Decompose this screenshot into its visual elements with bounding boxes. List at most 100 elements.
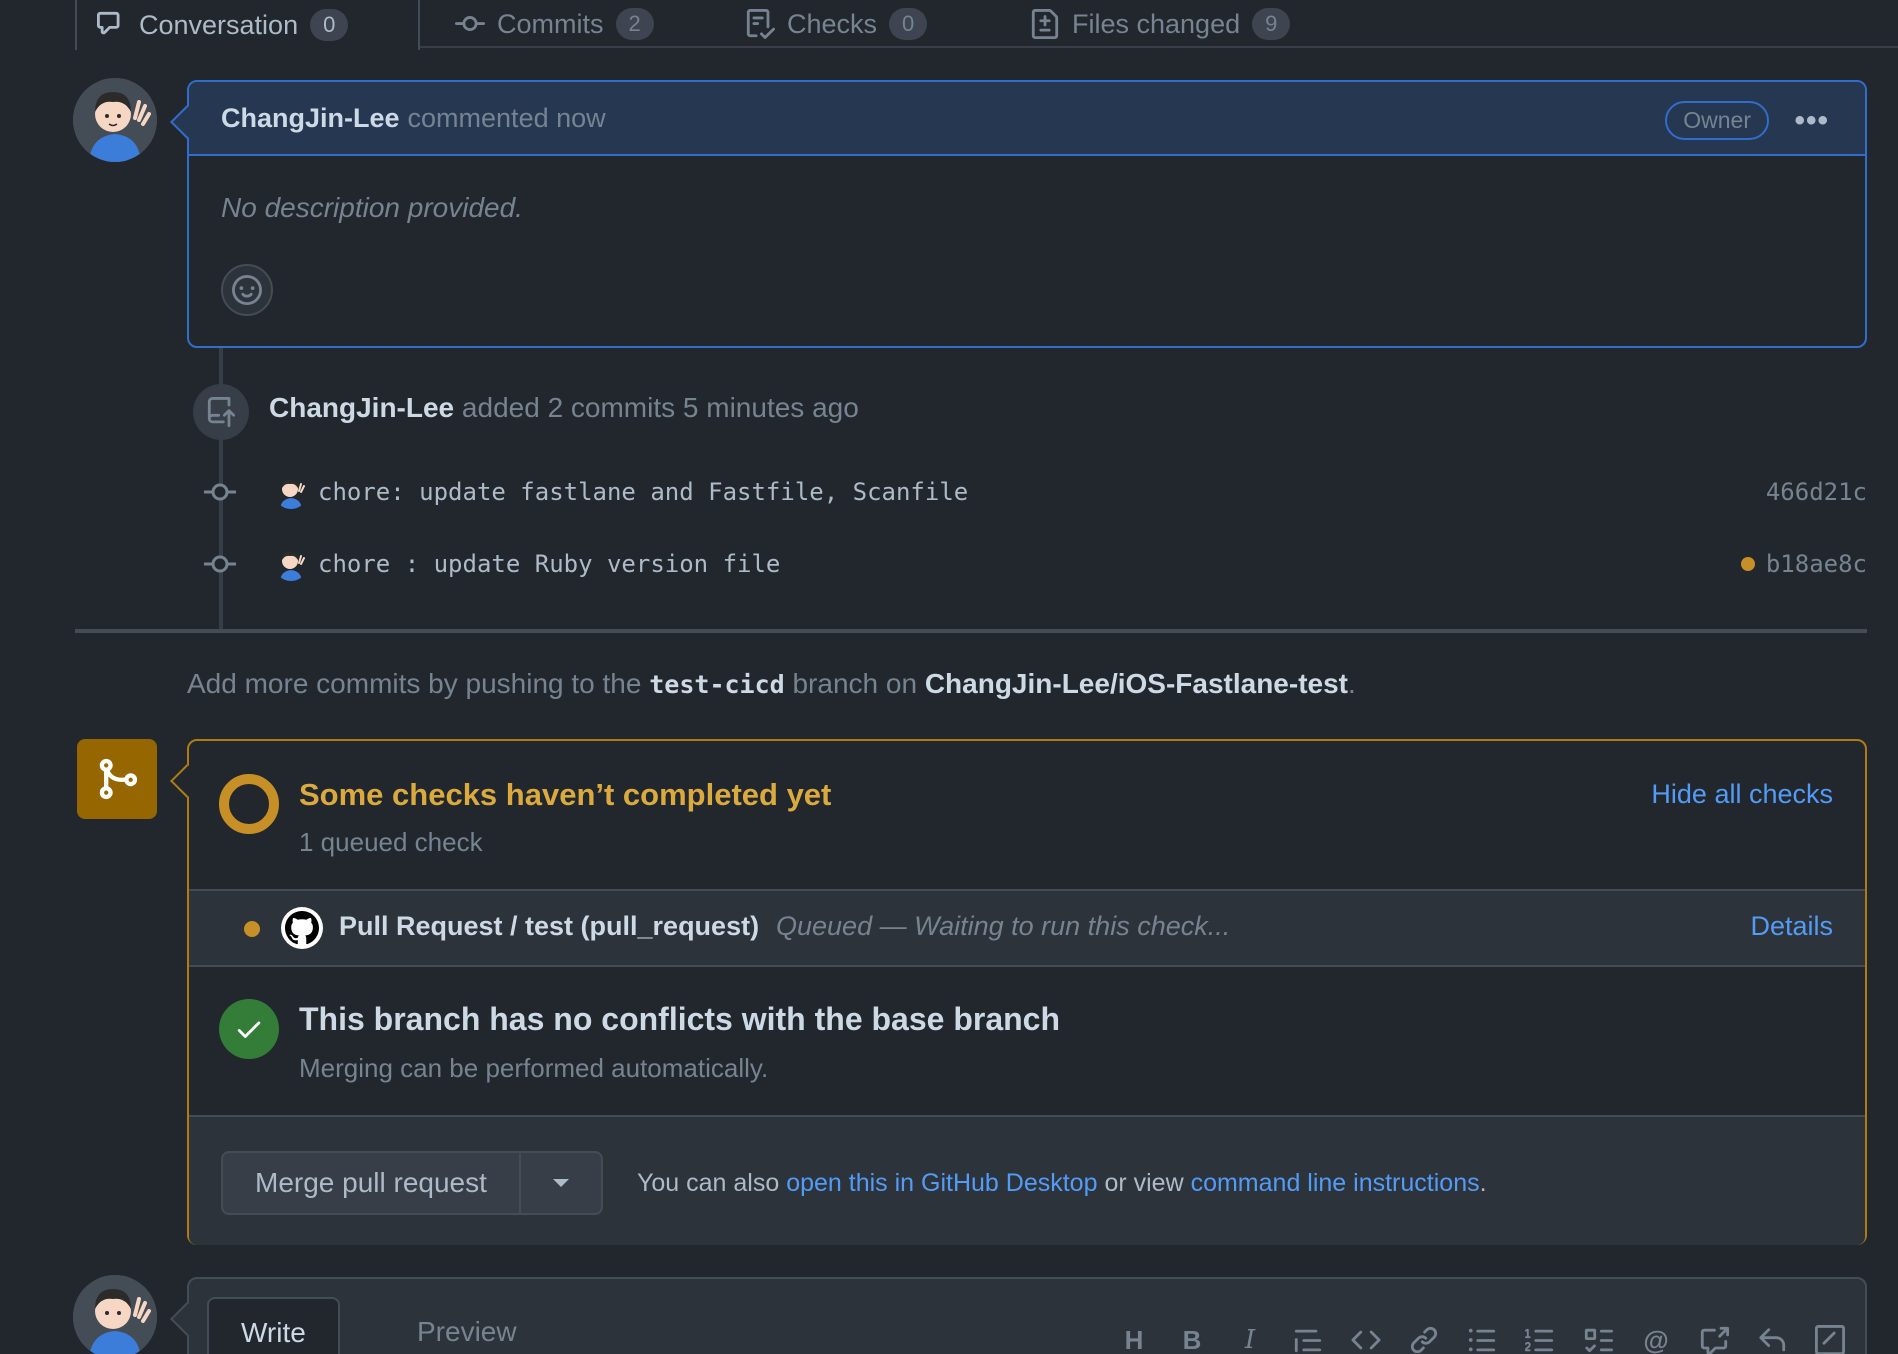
task-list-icon[interactable]: [1581, 1323, 1615, 1354]
repo-name: ChangJin-Lee/iOS-Fastlane-test: [924, 668, 1348, 699]
avatar-illustration: [73, 1275, 157, 1354]
comment-timestamp: commented now: [407, 102, 606, 133]
tab-label: Commits: [497, 8, 604, 39]
tab-files-changed[interactable]: Files changed 9: [1010, 0, 1310, 48]
reply-icon[interactable]: [1755, 1323, 1789, 1354]
check-name: Pull Request / test (pull_request): [339, 911, 760, 941]
check-circle-icon: [219, 999, 279, 1059]
conflict-status: This branch has no conflicts with the ba…: [189, 967, 1865, 1117]
comment-body: No description provided.: [221, 192, 523, 223]
queued-status-icon: [244, 921, 260, 937]
checks-subtitle: 1 queued check: [299, 827, 483, 857]
avatar[interactable]: [73, 78, 157, 162]
merge-actions: Merge pull request You can also open thi…: [189, 1117, 1865, 1245]
comment-box: ChangJin-Lee commented now Owner ••• No …: [187, 80, 1867, 348]
checks-summary: Some checks haven’t completed yet 1 queu…: [189, 741, 1865, 891]
heading-icon[interactable]: H: [1117, 1323, 1151, 1354]
merge-options-dropdown[interactable]: [521, 1153, 601, 1213]
push-note-middle: branch on: [792, 668, 918, 699]
event-author[interactable]: ChangJin-Lee: [269, 392, 454, 423]
tab-commits[interactable]: Commits 2: [435, 0, 674, 48]
check-status: Queued — Waiting to run this check...: [776, 911, 1231, 941]
tab-checks[interactable]: Checks 0: [725, 0, 947, 48]
tab-counter: 9: [1252, 8, 1291, 40]
add-reaction-button[interactable]: [221, 264, 273, 316]
avatar-illustration: [73, 78, 157, 162]
merge-pull-request-button[interactable]: Merge pull request: [223, 1153, 521, 1213]
mention-icon[interactable]: @: [1639, 1323, 1673, 1354]
owner-badge: Owner: [1665, 101, 1769, 140]
avatar-illustration: [280, 480, 305, 509]
slash-command-icon[interactable]: [1813, 1323, 1847, 1354]
triangle-down-icon: [552, 1179, 569, 1187]
bold-icon[interactable]: B: [1175, 1323, 1209, 1354]
italic-icon[interactable]: I: [1233, 1323, 1267, 1354]
tab-counter: 0: [889, 8, 928, 40]
merge-help-prefix: You can also: [637, 1169, 780, 1197]
commit-row: chore: update fastlane and Fastfile, Sca…: [200, 472, 1867, 512]
avatar-illustration: [280, 552, 305, 581]
smiley-icon: [232, 275, 262, 305]
repo-push-icon: [207, 397, 236, 427]
command-line-instructions-link[interactable]: command line instructions: [1191, 1169, 1480, 1197]
code-icon[interactable]: [1349, 1323, 1383, 1354]
push-note-suffix: .: [1348, 668, 1356, 699]
checks-title: Some checks haven’t completed yet: [299, 777, 832, 812]
timeline-divider: [75, 629, 1867, 633]
kebab-menu-icon[interactable]: •••: [1794, 104, 1829, 138]
check-row: Pull Request / test (pull_request) Queue…: [189, 891, 1865, 967]
commit-message-link[interactable]: chore: update fastlane and Fastfile, Sca…: [318, 478, 968, 506]
merge-help-middle: or view: [1104, 1169, 1184, 1197]
pr-tab-bar: Conversation 0 Commits 2 Checks 0 Files …: [75, 0, 1898, 50]
cross-reference-icon[interactable]: [1697, 1323, 1731, 1354]
merge-help-suffix: .: [1479, 1169, 1487, 1197]
check-details-link[interactable]: Details: [1750, 911, 1833, 942]
pending-status-icon[interactable]: [1741, 557, 1755, 571]
comment-author[interactable]: ChangJin-Lee: [221, 103, 400, 134]
merge-help-text: You can also open this in GitHub Desktop…: [637, 1169, 1487, 1198]
branch-name: test-cicd: [649, 670, 785, 699]
github-logo-icon: [281, 907, 323, 949]
avatar[interactable]: [73, 1275, 157, 1354]
comment-header: ChangJin-Lee commented now Owner •••: [189, 82, 1865, 156]
checklist-icon: [746, 9, 775, 39]
push-note-prefix: Add more commits by pushing to the: [187, 668, 642, 699]
merge-button-group: Merge pull request: [221, 1151, 603, 1215]
commit-sha-link[interactable]: b18ae8c: [1766, 550, 1867, 578]
github-desktop-link[interactable]: open this in GitHub Desktop: [786, 1169, 1097, 1197]
commit-author-avatar[interactable]: [274, 547, 308, 581]
tab-label: Checks: [787, 8, 878, 39]
merge-box: Some checks haven’t completed yet 1 queu…: [187, 739, 1867, 1245]
link-icon[interactable]: [1407, 1323, 1441, 1354]
git-commit-icon: [204, 555, 236, 573]
git-merge-badge: [77, 739, 157, 819]
conflict-title: This branch has no conflicts with the ba…: [299, 1001, 1061, 1037]
repo-push-badge: [193, 384, 249, 440]
conflict-subtitle: Merging can be performed automatically.: [299, 1053, 769, 1083]
write-tab[interactable]: Write: [207, 1297, 340, 1354]
git-merge-icon: [99, 758, 138, 800]
pending-ring-icon: [219, 774, 279, 834]
hide-all-checks-link[interactable]: Hide all checks: [1651, 779, 1833, 810]
preview-tab[interactable]: Preview: [385, 1297, 549, 1354]
tab-counter: 2: [615, 8, 654, 40]
file-diff-icon: [1031, 9, 1059, 39]
push-note: Add more commits by pushing to the test-…: [187, 668, 1356, 700]
commit-author-avatar[interactable]: [274, 475, 308, 509]
tab-conversation[interactable]: Conversation 0: [75, 0, 420, 50]
tab-label: Files changed: [1072, 8, 1241, 39]
git-commit-icon: [204, 483, 236, 501]
commit-message-link[interactable]: chore : update Ruby version file: [318, 550, 780, 578]
ordered-list-icon[interactable]: [1523, 1323, 1557, 1354]
event-description: added 2 commits 5 minutes ago: [461, 392, 859, 423]
quote-icon[interactable]: [1291, 1323, 1325, 1354]
tab-counter: 0: [310, 9, 349, 41]
comment-editor: Write Preview H B I @: [187, 1277, 1867, 1354]
commits-event-text: ChangJin-Lee added 2 commits 5 minutes a…: [269, 392, 859, 424]
unordered-list-icon[interactable]: [1465, 1323, 1499, 1354]
tab-label: Conversation: [139, 9, 299, 40]
markdown-toolbar: H B I @: [1117, 1323, 1847, 1354]
commit-sha-link[interactable]: 466d21c: [1766, 478, 1867, 506]
git-commit-icon: [455, 16, 485, 32]
comment-discussion-icon: [97, 11, 120, 35]
